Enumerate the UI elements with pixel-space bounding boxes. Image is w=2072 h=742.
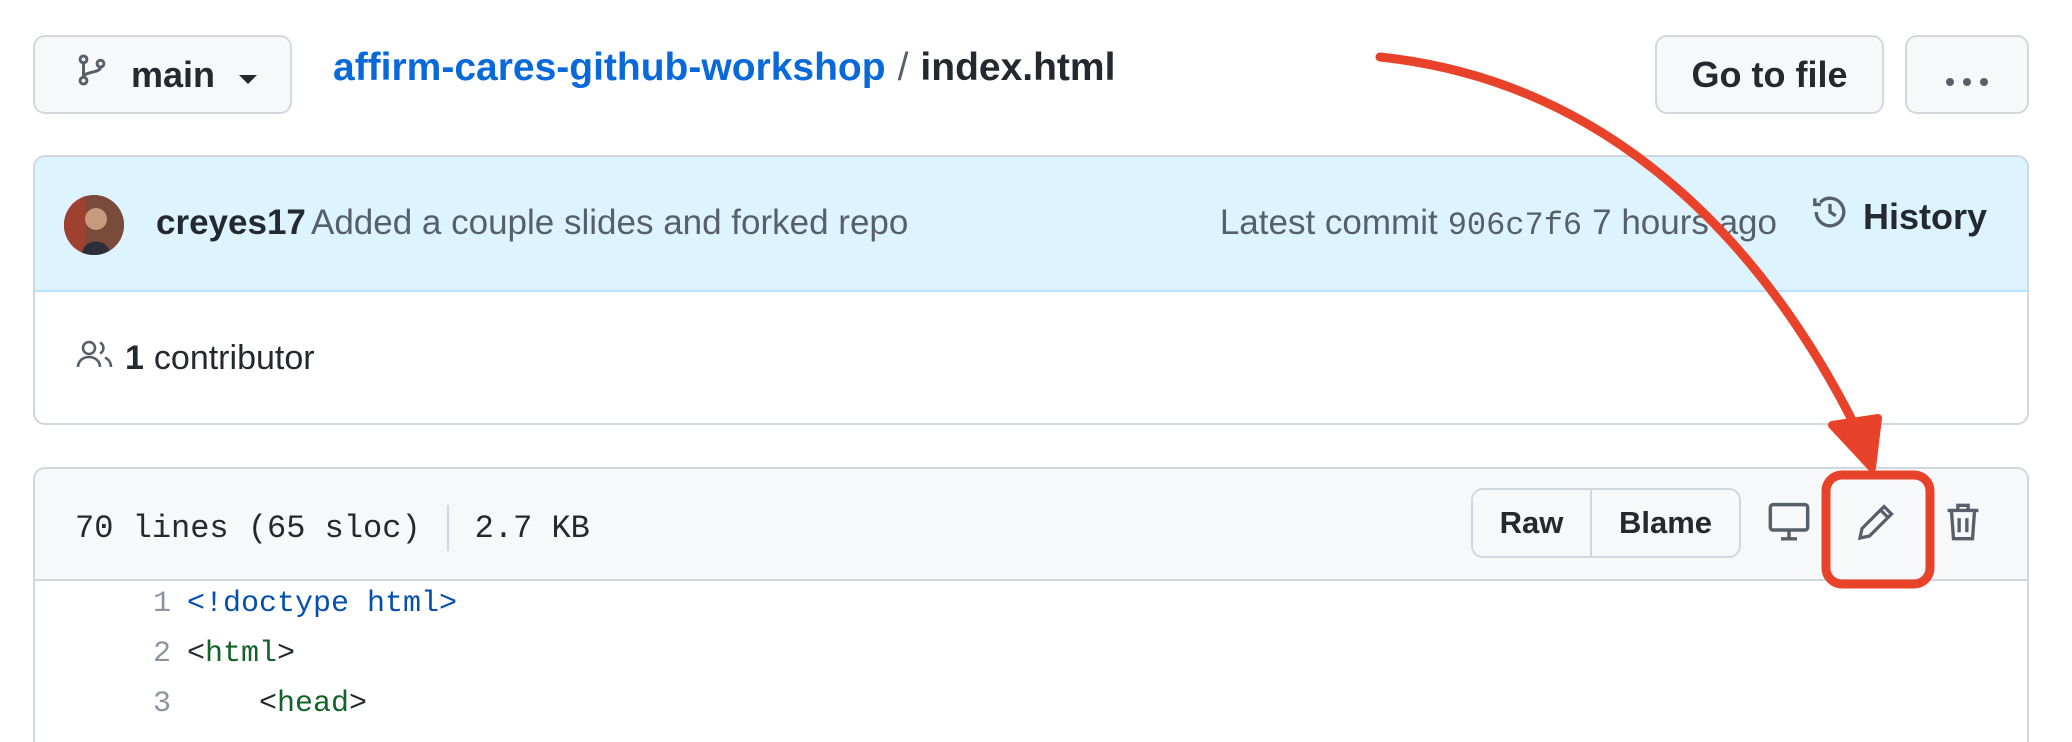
breadcrumb-repo-link[interactable]: affirm-cares-github-workshop xyxy=(333,46,886,90)
history-icon xyxy=(1811,193,1849,240)
branch-icon xyxy=(75,50,109,99)
commit-time: 7 hours ago xyxy=(1592,203,1777,242)
commit-author[interactable]: creyes17 xyxy=(156,203,306,243)
code-listing: 1 <!doctype html> 2 <html> 3 <head> xyxy=(35,581,2027,731)
line-number[interactable]: 1 xyxy=(91,587,171,621)
edit-file-button[interactable] xyxy=(1848,496,1904,552)
file-line-count: 70 lines (65 sloc) xyxy=(75,509,421,547)
code-text: <!doctype html> xyxy=(187,587,458,621)
branch-select-button[interactable]: main xyxy=(33,35,292,114)
contributor-label: contributor xyxy=(153,339,315,377)
breadcrumb-separator: / xyxy=(897,46,909,89)
blame-button[interactable]: Blame xyxy=(1592,490,1739,556)
go-to-file-button[interactable]: Go to file xyxy=(1655,35,1884,114)
history-label: History xyxy=(1862,195,1987,237)
code-text: <html> xyxy=(187,637,296,671)
file-info: 70 lines (65 sloc) 2.7 KB xyxy=(75,505,590,551)
delete-file-button[interactable] xyxy=(1935,496,1991,552)
open-desktop-button[interactable] xyxy=(1761,496,1817,552)
contributors[interactable]: 1 contributor xyxy=(75,337,315,380)
breadcrumb-file-name: index.html xyxy=(920,46,1116,89)
divider xyxy=(446,505,449,551)
commit-meta: Latest commit 906c7f6 7 hours ago xyxy=(1220,203,1777,244)
desktop-icon xyxy=(1767,502,1811,547)
contributor-count: 1 xyxy=(125,339,144,377)
code-text: <head> xyxy=(259,687,368,721)
code-line: 1 <!doctype html> xyxy=(35,581,2027,631)
line-number[interactable]: 2 xyxy=(91,637,171,671)
commit-info-box: creyes17 Added a couple slides and forke… xyxy=(33,155,2029,425)
code-line: 3 <head> xyxy=(35,681,2027,731)
caret-down-icon xyxy=(237,54,259,96)
file-header: 70 lines (65 sloc) 2.7 KB Raw Blame xyxy=(35,469,2027,581)
history-link[interactable]: History xyxy=(1811,193,1987,240)
raw-button[interactable]: Raw xyxy=(1473,490,1592,556)
branch-name: main xyxy=(131,53,216,95)
pencil-icon xyxy=(1856,502,1896,547)
more-options-button[interactable] xyxy=(1905,35,2029,114)
file-view-buttons: Raw Blame xyxy=(1471,488,1741,558)
commit-message[interactable]: Added a couple slides and forked repo xyxy=(311,203,908,243)
commit-sha[interactable]: 906c7f6 xyxy=(1448,207,1582,244)
trash-icon xyxy=(1945,501,1981,548)
latest-commit-label: Latest commit xyxy=(1219,203,1438,242)
annotation-arrowhead xyxy=(1828,414,1882,472)
kebab-icon xyxy=(1945,54,1989,96)
avatar[interactable] xyxy=(64,195,124,255)
file-viewer: 70 lines (65 sloc) 2.7 KB Raw Blame 1 <!… xyxy=(33,467,2029,742)
line-number[interactable]: 3 xyxy=(91,687,171,721)
file-size: 2.7 KB xyxy=(474,509,590,547)
code-line: 2 <html> xyxy=(35,631,2027,681)
latest-commit-bar: creyes17 Added a couple slides and forke… xyxy=(35,157,2027,292)
breadcrumb: affirm-cares-github-workshop / index.htm… xyxy=(333,40,1115,96)
people-icon xyxy=(75,337,115,380)
